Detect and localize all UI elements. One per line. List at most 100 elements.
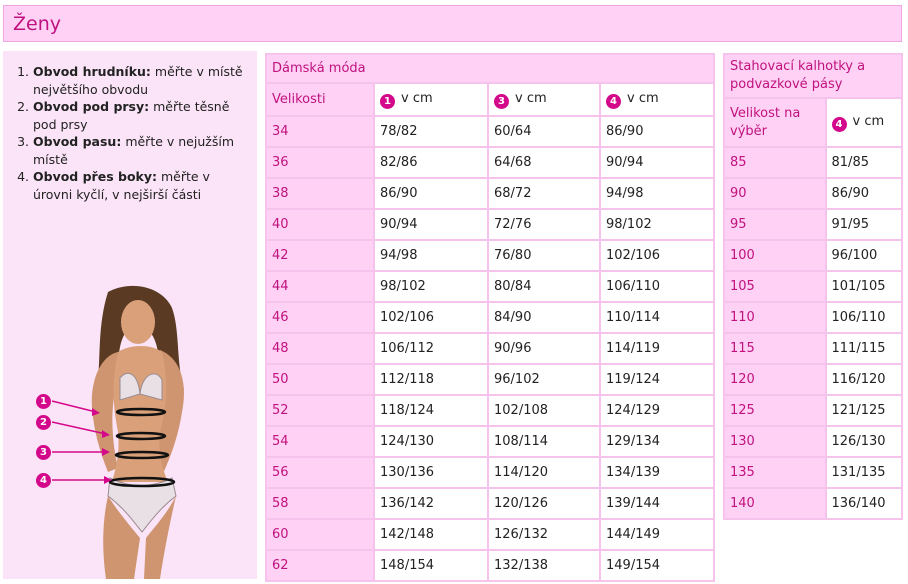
size-cell: 42 — [267, 241, 375, 272]
size-column-header: Velikosti — [267, 84, 375, 117]
table-row: 58 136/142 120/126 139/144 — [267, 489, 715, 520]
size-cell: 58 — [267, 489, 375, 520]
table-row: 42 94/98 76/80 102/106 — [267, 241, 715, 272]
measurement-cell: 131/135 — [826, 458, 903, 489]
measurement-cell: 102/108 — [489, 396, 601, 427]
table-row: 48 106/112 90/96 114/119 — [267, 334, 715, 365]
measurement-cell: 121/125 — [826, 396, 903, 427]
table-row: 110 106/110 — [725, 303, 903, 334]
model-illustration — [51, 285, 184, 579]
instruction-item: Obvod hrudníku: měřte v místě největšího… — [33, 63, 247, 98]
measurement-cell: 78/82 — [375, 117, 489, 148]
table-row: 135 131/135 — [725, 458, 903, 489]
measurement-cell: 142/148 — [375, 520, 489, 551]
measurement-cell: 108/114 — [489, 427, 601, 458]
measurement-cell: 101/105 — [826, 272, 903, 303]
size-cell: 125 — [725, 396, 827, 427]
measurement-cell: 124/129 — [601, 396, 715, 427]
measurement-cell: 96/102 — [489, 365, 601, 396]
column-header: 4v cm — [826, 99, 903, 148]
size-cell: 62 — [267, 551, 375, 582]
size-cell: 34 — [267, 117, 375, 148]
size-cell: 140 — [725, 489, 827, 520]
table-row: 44 98/102 80/84 106/110 — [267, 272, 715, 303]
table-row: 130 126/130 — [725, 427, 903, 458]
table-row: 95 91/95 — [725, 210, 903, 241]
measurement-cell: 68/72 — [489, 179, 601, 210]
table-row: 125 121/125 — [725, 396, 903, 427]
measurement-cell: 80/84 — [489, 272, 601, 303]
table-row: 54 124/130 108/114 129/134 — [267, 427, 715, 458]
marker-icon: 4 — [606, 93, 621, 109]
marker-1-icon: 1 — [36, 394, 51, 409]
marker-3-icon: 3 — [36, 445, 51, 460]
measurement-cell: 82/86 — [375, 148, 489, 179]
table-row: 120 116/120 — [725, 365, 903, 396]
measurement-cell: 98/102 — [601, 210, 715, 241]
measurement-cell: 136/142 — [375, 489, 489, 520]
measurement-cell: 90/94 — [601, 148, 715, 179]
table-row: 38 86/90 68/72 94/98 — [267, 179, 715, 210]
marker-icon: 4 — [831, 116, 847, 132]
measurement-cell: 60/64 — [489, 117, 601, 148]
measurement-cell: 124/130 — [375, 427, 489, 458]
instruction-item: Obvod pod prsy: měřte těsně pod prsy — [33, 98, 247, 133]
marker-icon: 1 — [380, 93, 395, 109]
table-row: 56 130/136 114/120 134/139 — [267, 458, 715, 489]
measurement-cell: 136/140 — [826, 489, 903, 520]
measurement-cell: 86/90 — [375, 179, 489, 210]
size-cell: 120 — [725, 365, 827, 396]
table-row: 46 102/106 84/90 110/114 — [267, 303, 715, 334]
measurement-cell: 86/90 — [826, 179, 903, 210]
measurement-cell: 106/112 — [375, 334, 489, 365]
size-cell: 46 — [267, 303, 375, 334]
measurement-cell: 72/76 — [489, 210, 601, 241]
table-row: 115 111/115 — [725, 334, 903, 365]
measurement-cell: 94/98 — [601, 179, 715, 210]
instruction-item: Obvod přes boky: měřte v úrovni kyčlí, v… — [33, 168, 247, 203]
table-row: 40 90/94 72/76 98/102 — [267, 210, 715, 241]
size-cell: 110 — [725, 303, 827, 334]
measurement-cell: 114/120 — [489, 458, 601, 489]
size-cell: 90 — [725, 179, 827, 210]
measurement-cell: 102/106 — [375, 303, 489, 334]
womens-size-table: Dámská móda Velikosti 1v cm 3v cm 4v cm … — [265, 53, 715, 582]
table-row: 60 142/148 126/132 144/149 — [267, 520, 715, 551]
size-cell: 60 — [267, 520, 375, 551]
measurement-cell: 120/126 — [489, 489, 601, 520]
size-cell: 54 — [267, 427, 375, 458]
measurement-cell: 129/134 — [601, 427, 715, 458]
size-cell: 95 — [725, 210, 827, 241]
measurement-cell: 118/124 — [375, 396, 489, 427]
table-row: 52 118/124 102/108 124/129 — [267, 396, 715, 427]
table-row: 90 86/90 — [725, 179, 903, 210]
marker-2-icon: 2 — [36, 415, 51, 430]
measurement-cell: 102/106 — [601, 241, 715, 272]
table-row: 36 82/86 64/68 90/94 — [267, 148, 715, 179]
size-cell: 135 — [725, 458, 827, 489]
column-header: 3v cm — [489, 84, 601, 117]
measurement-cell: 90/94 — [375, 210, 489, 241]
size-cell: 100 — [725, 241, 827, 272]
measurement-cell: 119/124 — [601, 365, 715, 396]
measurement-cell: 148/154 — [375, 551, 489, 582]
size-cell: 105 — [725, 272, 827, 303]
measurement-instructions: Obvod hrudníku: měřte v místě největšího… — [3, 63, 247, 203]
instruction-item: Obvod pasu: měřte v nejužším místě — [33, 133, 247, 168]
measurement-cell: 110/114 — [601, 303, 715, 334]
table-row: 140 136/140 — [725, 489, 903, 520]
size-cell: 85 — [725, 148, 827, 179]
measurement-cell: 111/115 — [826, 334, 903, 365]
measurement-cell: 130/136 — [375, 458, 489, 489]
size-column-header: Velikost na výběr — [725, 99, 827, 148]
size-cell: 50 — [267, 365, 375, 396]
page-header: Ženy — [3, 5, 902, 42]
size-cell: 44 — [267, 272, 375, 303]
measurement-cell: 144/149 — [601, 520, 715, 551]
table-row: 62 148/154 132/138 149/154 — [267, 551, 715, 582]
measurement-cell: 91/95 — [826, 210, 903, 241]
marker-4-icon: 4 — [36, 473, 51, 488]
size-cell: 40 — [267, 210, 375, 241]
size-cell: 56 — [267, 458, 375, 489]
marker-icon: 3 — [494, 93, 509, 109]
